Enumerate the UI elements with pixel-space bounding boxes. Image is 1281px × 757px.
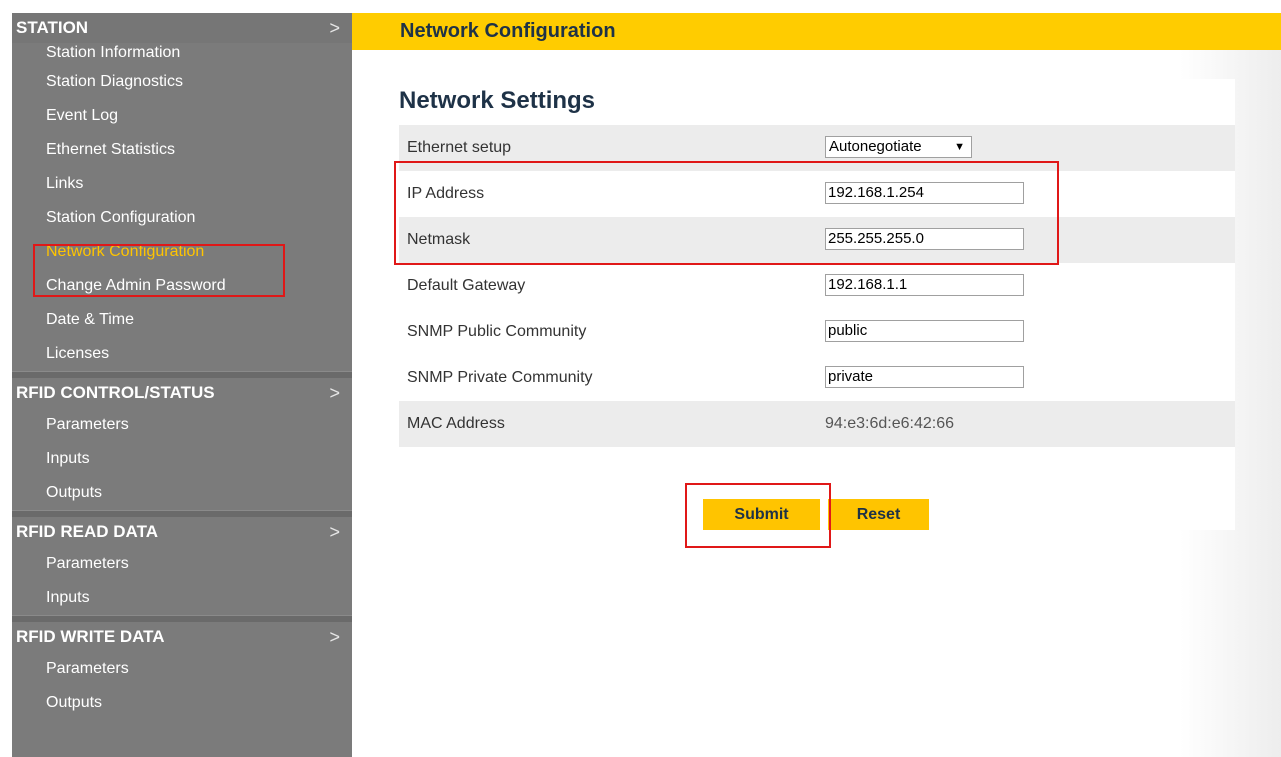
sidebar-item-licenses[interactable]: Licenses [12,337,352,371]
chevron-right-icon: > [329,18,340,38]
sidebar-item-write-outputs[interactable]: Outputs [12,686,352,720]
sidebar-item-ethernet-statistics[interactable]: Ethernet Statistics [12,133,352,167]
sidebar-section-title: RFID CONTROL/STATUS [16,383,215,402]
panel-title: Network Settings [399,87,596,114]
field-label: SNMP Private Community [407,369,593,386]
sidebar-item-station-information[interactable]: Station Information [12,43,352,65]
sidebar-item-station-diagnostics[interactable]: Station Diagnostics [12,65,352,99]
mac-address-value: 94:e3:6d:e6:42:66 [825,415,955,432]
sidebar-item-event-log[interactable]: Event Log [12,99,352,133]
chevron-right-icon: > [329,627,340,647]
sidebar-item-station-configuration[interactable]: Station Configuration [12,201,352,235]
sidebar-divider [12,615,352,622]
sidebar-section-title: RFID WRITE DATA [16,627,165,646]
highlight-box-submit [685,483,831,548]
field-label: Default Gateway [407,277,526,294]
chevron-right-icon: > [329,522,340,542]
snmp-public-community-input[interactable]: public [825,320,1024,342]
reset-button[interactable]: Reset [828,499,929,530]
sidebar-item-read-parameters[interactable]: Parameters [12,547,352,581]
page-title: Network Configuration [400,20,616,42]
sidebar-item-links[interactable]: Links [12,167,352,201]
settings-row-default-gateway: Default Gateway 192.168.1.1 [399,263,1235,309]
default-gateway-input[interactable]: 192.168.1.1 [825,274,1024,296]
field-label: SNMP Public Community [407,323,587,340]
sidebar-section-rfid-read-data[interactable]: RFID READ DATA > [12,517,352,547]
sidebar-section-rfid-control-status[interactable]: RFID CONTROL/STATUS > [12,378,352,408]
chevron-right-icon: > [329,383,340,403]
sidebar-section-title: STATION [16,18,89,37]
sidebar-item-control-inputs[interactable]: Inputs [12,442,352,476]
sidebar-section-title: RFID READ DATA [16,522,158,541]
sidebar-item-date-time[interactable]: Date & Time [12,303,352,337]
highlight-box-nav [33,244,285,297]
sidebar-item-read-inputs[interactable]: Inputs [12,581,352,615]
sidebar-section-station[interactable]: STATION > [12,13,352,43]
settings-row-snmp-public: SNMP Public Community public [399,309,1235,355]
highlight-box-ip-netmask [394,161,1059,265]
settings-row-snmp-private: SNMP Private Community private [399,355,1235,401]
dropdown-arrow-icon: ▼ [954,141,965,153]
network-settings-panel: Network Settings Ethernet setup Autonego… [399,79,1235,530]
page-header-bar: Network Configuration [352,13,1281,50]
snmp-private-community-input[interactable]: private [825,366,1024,388]
sidebar-divider [12,371,352,378]
ethernet-setup-select[interactable]: Autonegotiate ▼ [825,136,972,158]
settings-row-mac-address: MAC Address 94:e3:6d:e6:42:66 [399,401,1235,447]
sidebar-nav: STATION > Station Information Station Di… [12,13,352,757]
sidebar-item-write-parameters[interactable]: Parameters [12,652,352,686]
sidebar-section-rfid-write-data[interactable]: RFID WRITE DATA > [12,622,352,652]
sidebar-item-control-outputs[interactable]: Outputs [12,476,352,510]
field-label: MAC Address [407,415,505,432]
sidebar-item-control-parameters[interactable]: Parameters [12,408,352,442]
select-value: Autonegotiate [829,138,922,155]
sidebar-divider [12,510,352,517]
